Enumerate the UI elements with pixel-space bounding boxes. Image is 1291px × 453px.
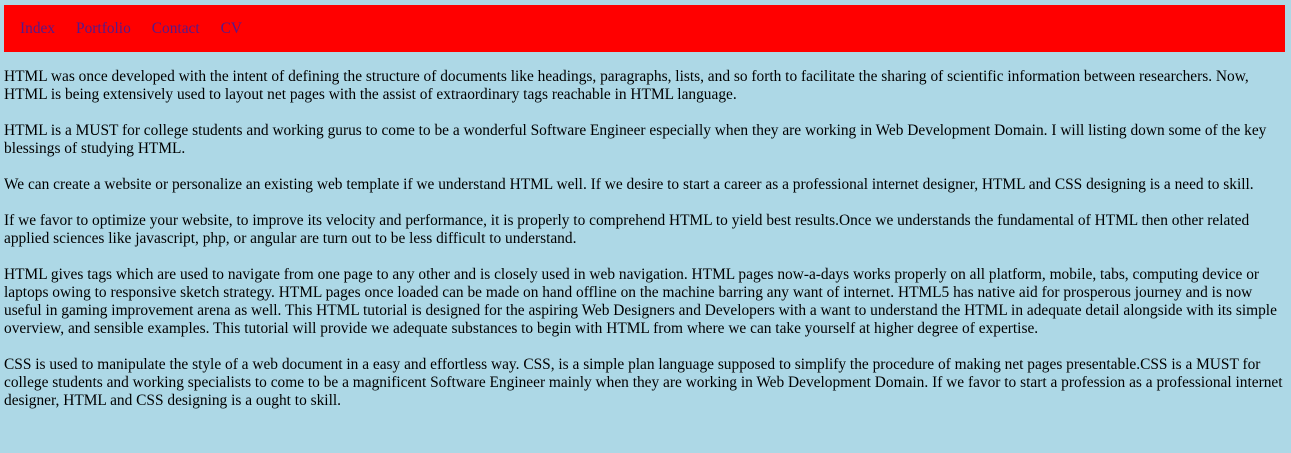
- page: Index Portfolio Contact CV HTML was once…: [0, 0, 1291, 410]
- main-content: HTML was once developed with the intent …: [4, 68, 1285, 410]
- paragraph-html-tags: HTML gives tags which are used to naviga…: [4, 266, 1277, 337]
- paragraph-optimize: If we favor to optimize your website, to…: [4, 212, 1250, 247]
- paragraph-create-website: We can create a website or personalize a…: [4, 176, 1254, 193]
- paragraph-css: CSS is used to manipulate the style of a…: [4, 356, 1283, 409]
- nav-link-portfolio[interactable]: Portfolio: [76, 20, 131, 38]
- paragraph-html-must: HTML is a MUST for college students and …: [4, 122, 1267, 157]
- top-navbar: Index Portfolio Contact CV: [4, 5, 1285, 52]
- nav-link-contact[interactable]: Contact: [152, 20, 200, 38]
- paragraph-html-intro: HTML was once developed with the intent …: [4, 68, 1249, 103]
- nav-link-index[interactable]: Index: [20, 20, 55, 38]
- nav-link-cv[interactable]: CV: [221, 20, 242, 38]
